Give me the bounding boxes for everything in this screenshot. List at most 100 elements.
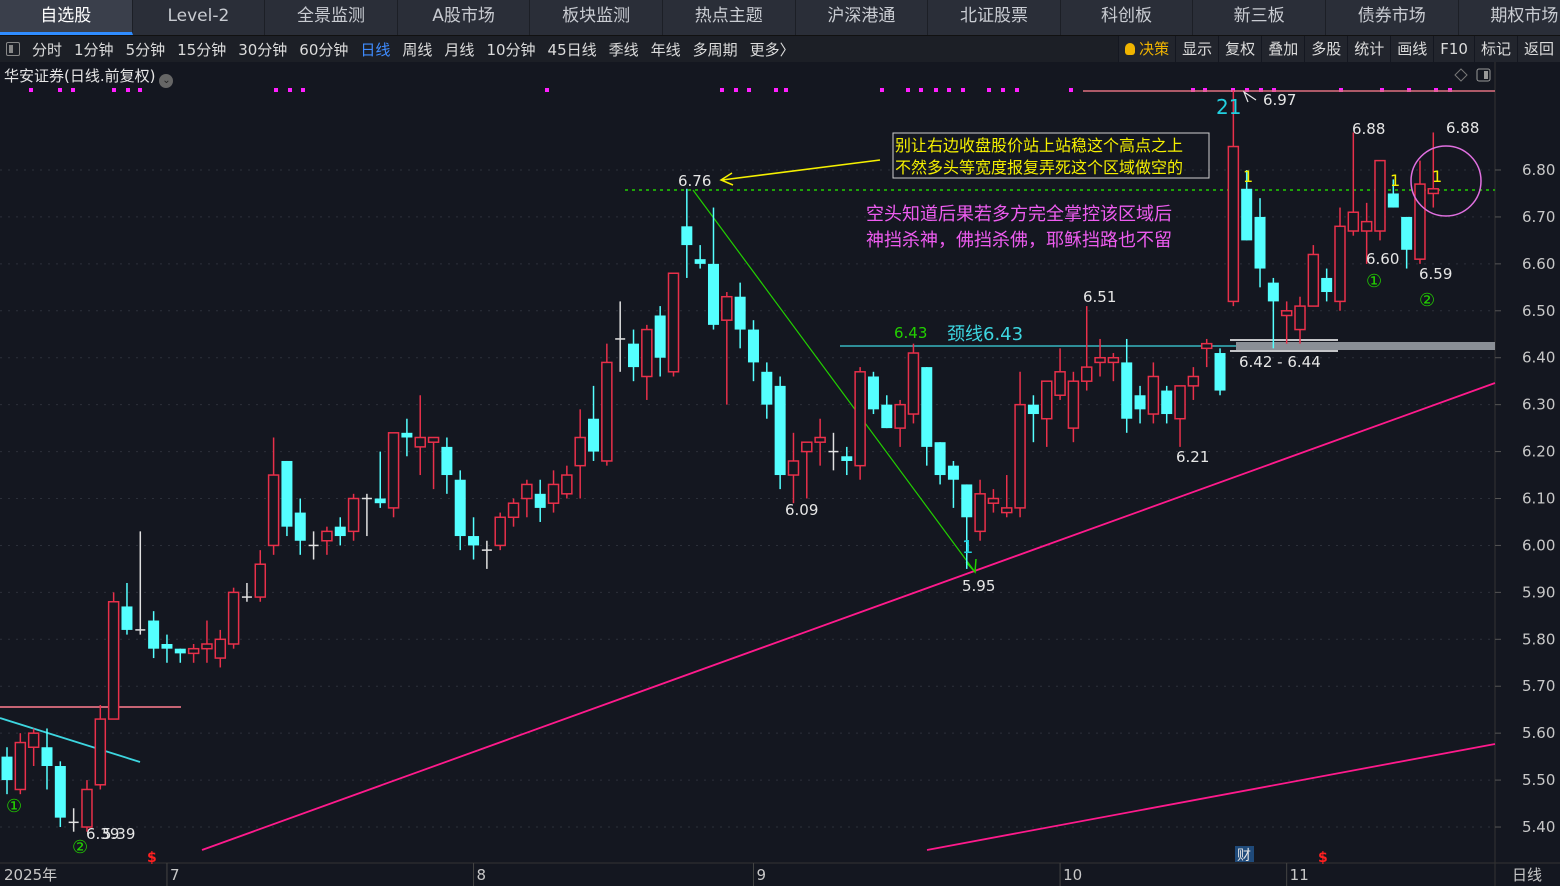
candle-body [1174,385,1186,420]
period-12[interactable]: 年线 [651,39,681,60]
candle[interactable] [1307,245,1320,307]
candlestick-chart[interactable]: 6.80 6.70 6.60 6.50 6.40 6.30 6.20 6.10 6.00 5.90… [0,0,1560,886]
candle[interactable] [107,592,120,720]
signal-dot [1001,88,1005,92]
tab-1[interactable]: Level-2 [133,0,266,35]
candle-body [1267,282,1279,302]
candle[interactable] [494,512,506,551]
period-6[interactable]: 日线 [360,39,390,60]
price-axis: 6.80 6.70 6.60 6.50 6.40 6.30 6.20 6.10 6.00 5.90… [1495,161,1555,836]
signal-dot [1015,88,1019,92]
x-tick-label: 10 [1063,866,1082,884]
candle-body [1067,380,1080,429]
tool-7[interactable]: F10 [1433,36,1474,62]
tool-8[interactable]: 标记 [1473,36,1517,62]
tool-3[interactable]: 叠加 [1261,36,1305,62]
candle-body [1227,145,1240,303]
signal-dot [906,88,910,92]
market-tabs: 自选股 Level-2 全景监测 A股市场 板块监测 热点主题 沪深港通 北证股票 科创板 新三板… [0,0,1560,36]
candle-body [267,474,280,547]
candle-body [601,361,613,462]
tool-9[interactable]: 返回 [1516,36,1560,62]
candle[interactable] [854,367,866,480]
dropdown-icon[interactable]: ⌄ [159,74,174,88]
period-5[interactable]: 60分钟 [299,39,348,60]
tool-6[interactable]: 画线 [1390,36,1434,62]
stock-title[interactable]: 华安证券(日线.前复权) ⌄ [4,65,174,88]
sidebar-toggle-icon[interactable] [6,42,20,56]
candle-body [974,493,986,533]
candle[interactable] [907,343,920,424]
period-7[interactable]: 周线 [402,39,432,60]
period-label: 日线 [1512,866,1542,884]
candle-body [987,497,1000,504]
period-14[interactable]: 更多〉 [750,39,795,60]
candle[interactable] [281,460,293,537]
candle-body [1414,183,1426,260]
candle[interactable] [54,761,66,828]
tool-label: 多股 [1311,40,1342,58]
signal-dot [774,88,778,92]
x-tick-label: 7 [170,866,180,884]
y-tick-label: 6.70 [1522,208,1555,226]
candle-body [14,741,27,791]
period-4[interactable]: 30分钟 [238,39,287,60]
label-6.60: 6.60 [1366,250,1399,268]
period-2[interactable]: 5分钟 [126,39,166,60]
period-0[interactable]: 分时 [32,39,62,60]
event-marker[interactable]: $ [147,850,157,866]
tab-10[interactable]: 债券市场 [1326,0,1459,35]
bulb-icon [1125,43,1136,55]
tool-0[interactable]: 决策 [1118,36,1176,62]
period-3[interactable]: 15分钟 [177,39,226,60]
tool-4[interactable]: 多股 [1304,36,1348,62]
signal-dot [71,88,75,92]
signal-dot [29,88,33,92]
tool-2[interactable]: 复权 [1218,36,1262,62]
candle-body [721,295,733,321]
candle-body [94,718,107,786]
period-10[interactable]: 45日线 [548,39,597,60]
candle-body [414,436,426,448]
period-1[interactable]: 1分钟 [74,39,114,60]
tab-7[interactable]: 北证股票 [928,0,1061,35]
candle-body [294,512,306,541]
period-8[interactable]: 月线 [444,39,474,60]
candle[interactable] [387,432,400,518]
candle[interactable] [667,272,680,377]
wave-mark-1b: 1 [1243,167,1253,186]
circle-mark-1: ① [1366,271,1382,292]
candle[interactable] [1214,348,1226,396]
tab-2[interactable]: 全景监测 [265,0,398,35]
candle[interactable] [1374,159,1386,241]
panel-toggle-icon-part [1484,71,1488,79]
candle[interactable] [774,376,786,490]
candle-body [41,747,53,767]
tab-4[interactable]: 板块监测 [530,0,663,35]
tab-5[interactable]: 热点主题 [663,0,796,35]
candle[interactable] [601,343,613,466]
candle-body [214,638,227,659]
finance-marker[interactable]: 财 [1237,848,1251,864]
tab-0[interactable]: 自选股 [0,0,133,35]
neckline-label: 颈线6.43 [947,324,1023,345]
tool-label: 画线 [1397,40,1428,58]
tab-3[interactable]: A股市场 [398,0,531,35]
candle-body [1,756,13,781]
period-11[interactable]: 季线 [609,39,639,60]
event-marker[interactable]: $ [1318,850,1328,866]
period-13[interactable]: 多周期 [693,39,738,60]
tool-5[interactable]: 统计 [1347,36,1391,62]
candle[interactable] [14,733,27,795]
candle-body [281,460,293,527]
tab-8[interactable]: 科创板 [1061,0,1194,35]
tab-6[interactable]: 沪深港通 [796,0,929,35]
candle[interactable] [867,371,879,415]
y-tick-label: 6.80 [1522,161,1555,179]
tab-11[interactable]: 期权市场 [1459,0,1560,35]
period-9[interactable]: 10分钟 [486,39,535,60]
tool-1[interactable]: 显示 [1175,36,1219,62]
candle[interactable] [227,587,240,649]
tab-9[interactable]: 新三板 [1193,0,1326,35]
candle-body [1054,371,1066,397]
